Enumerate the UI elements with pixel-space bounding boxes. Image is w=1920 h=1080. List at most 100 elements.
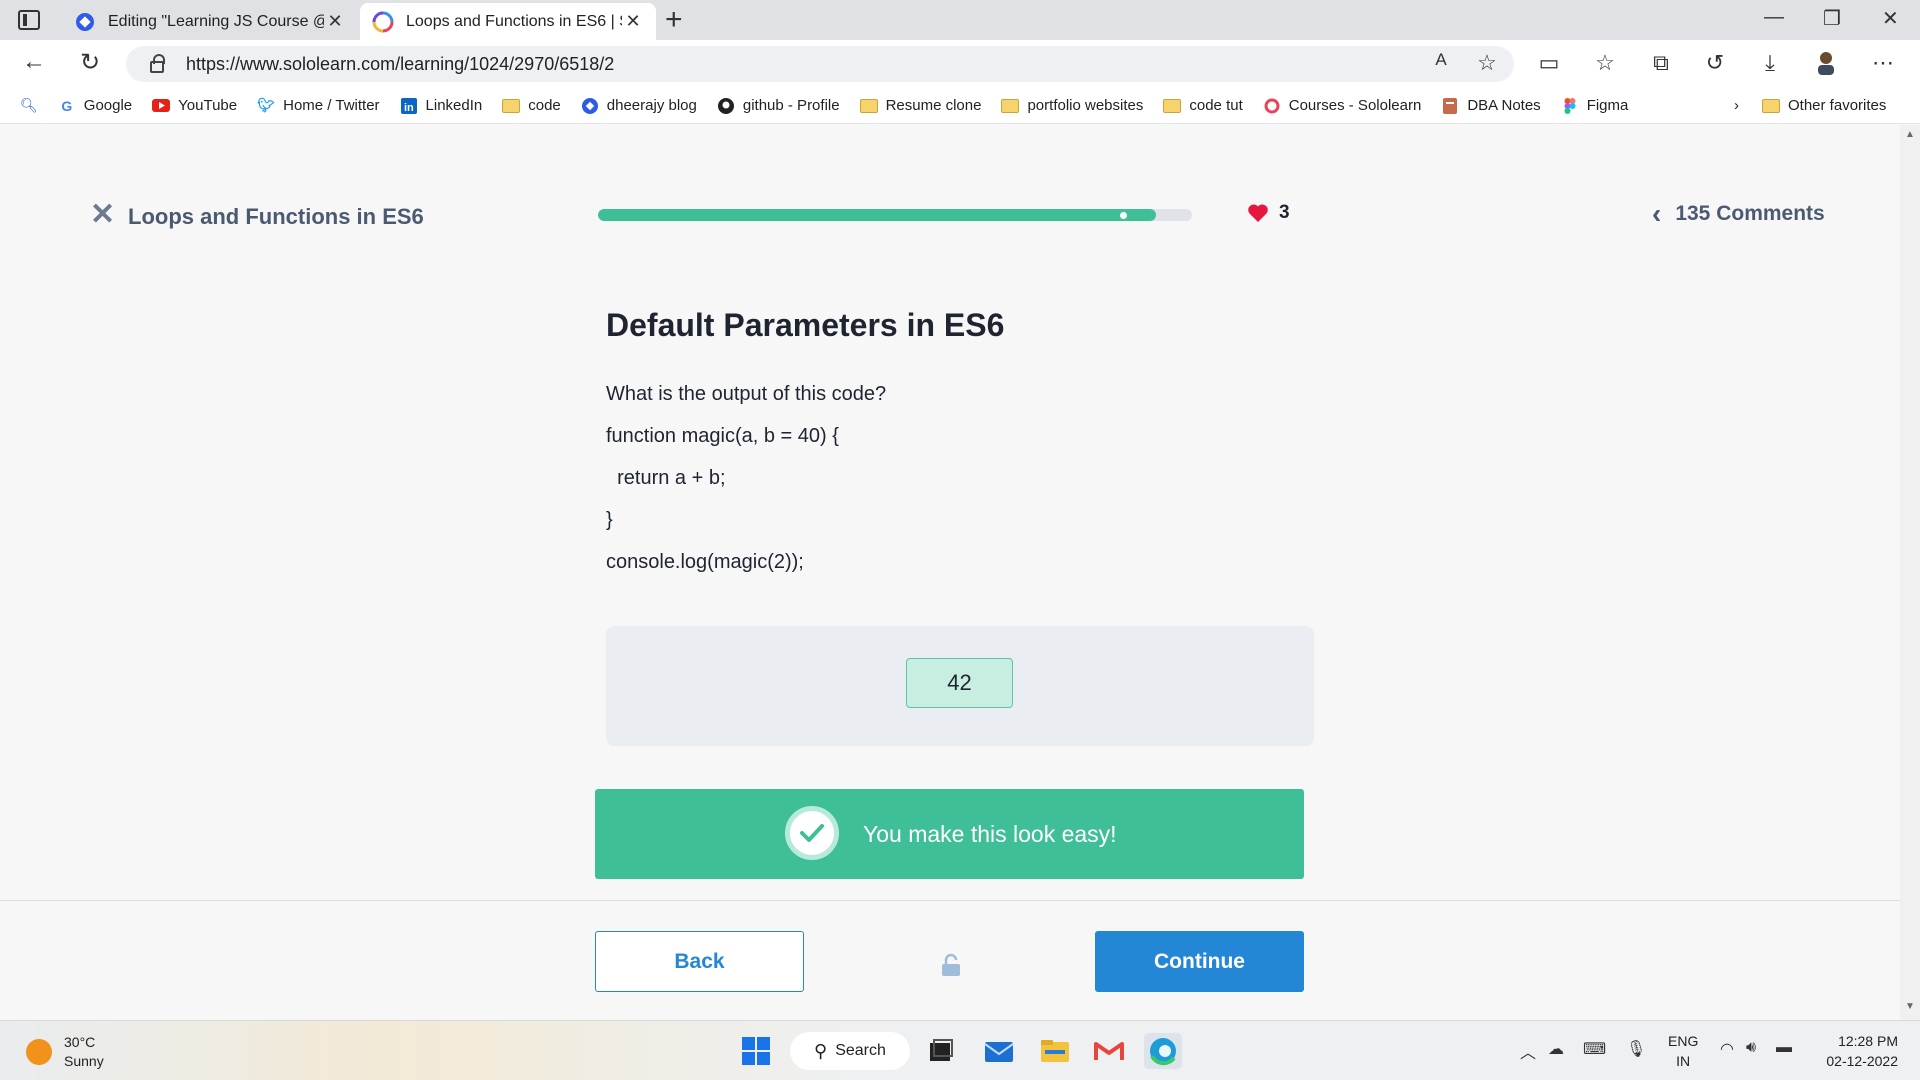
youtube-icon	[152, 98, 171, 114]
lesson-page: ✕ Loops and Functions in ES6 3 ‹ 135 Com…	[0, 125, 1900, 1020]
figma-icon	[1561, 97, 1579, 114]
sololearn-icon	[1263, 98, 1281, 114]
success-message: You make this look easy!	[863, 821, 1117, 847]
collections-icon[interactable]: ⧉	[1646, 50, 1676, 76]
heart-icon	[1248, 204, 1268, 222]
weather-temperature: 30°C	[64, 1034, 96, 1050]
github-icon	[717, 97, 735, 114]
read-aloud-icon[interactable]: A	[1426, 50, 1456, 70]
system-clock[interactable]: 12:28 PM 02-12-2022	[1818, 1031, 1898, 1071]
google-icon: G	[61, 97, 73, 114]
footer-divider	[0, 900, 1900, 901]
bookmark-github[interactable]: github - Profile	[717, 97, 840, 114]
page-scrollbar[interactable]: ▲ ▼	[1900, 125, 1920, 1020]
clock-date: 02-12-2022	[1826, 1053, 1898, 1069]
windows-taskbar: 30°C Sunny ⚲ Search ︿ ☁ ⌨ 🎙︎ ENG IN ◠ 🔊︎…	[0, 1020, 1920, 1080]
search-label: Search	[835, 1042, 886, 1059]
lesson-header: ✕ Loops and Functions in ES6 3 ‹ 135 Com…	[0, 200, 1900, 230]
microphone-icon[interactable]: 🎙︎	[1626, 1039, 1646, 1059]
folder-icon	[1163, 98, 1182, 114]
start-icon[interactable]	[737, 1033, 775, 1069]
bookmark-code-tut[interactable]: code tut	[1163, 97, 1243, 114]
answer-input[interactable]: 42	[906, 658, 1013, 708]
close-lesson-icon[interactable]: ✕	[90, 200, 115, 230]
bookmark-twitter[interactable]: 🐦︎ Home / Twitter	[257, 97, 379, 114]
code-line: return a + b;	[606, 467, 726, 489]
volume-icon[interactable]: 🔊︎	[1746, 1039, 1756, 1057]
downloads-icon[interactable]: ⤓	[1755, 50, 1785, 76]
wifi-icon[interactable]: ◠	[1720, 1039, 1734, 1059]
new-tab-icon[interactable]: +	[665, 4, 683, 36]
browser-tab-editing[interactable]: Editing "Learning JS Course @Sc ✕	[62, 3, 358, 40]
progress-fill	[598, 209, 1156, 221]
bookmark-other-favorites[interactable]: Other favorites	[1762, 97, 1886, 114]
show-hidden-icons-chevron-icon[interactable]: ︿	[1520, 1039, 1536, 1063]
minimize-icon[interactable]: —	[1764, 6, 1784, 29]
blog-icon	[581, 97, 599, 114]
address-row: ← ↻ https://www.sololearn.com/learning/1…	[0, 40, 1920, 88]
bookmark-figma[interactable]: Figma	[1561, 97, 1628, 114]
success-banner: You make this look easy!	[595, 789, 1304, 879]
profile-avatar[interactable]	[1811, 50, 1841, 82]
folder-icon	[1762, 98, 1780, 114]
bookmark-courses-sololearn[interactable]: Courses - Sololearn	[1263, 97, 1421, 114]
chevron-left-icon: ‹	[1652, 198, 1662, 229]
browser-tab-strip: Editing "Learning JS Course @Sc ✕ Loops …	[0, 0, 1920, 40]
add-favorite-icon[interactable]: ☆	[1472, 50, 1502, 76]
task-view-icon[interactable]	[922, 1033, 960, 1069]
weather-widget[interactable]: 30°C Sunny	[26, 1033, 104, 1071]
bookmarks-overflow-chevron-icon[interactable]: ›	[1734, 97, 1739, 114]
linkedin-icon: in	[400, 97, 418, 114]
back-arrow-icon[interactable]: ←	[16, 48, 52, 76]
bookmark-code[interactable]: code	[502, 97, 561, 114]
mail-icon[interactable]	[980, 1033, 1018, 1069]
language-indicator[interactable]: ENG IN	[1668, 1031, 1698, 1071]
bookmark-youtube[interactable]: YouTube	[152, 97, 237, 114]
favorites-icon[interactable]: ☆	[1590, 50, 1620, 76]
tab-actions-icon[interactable]	[18, 10, 40, 30]
weather-condition: Sunny	[64, 1053, 104, 1069]
refresh-icon[interactable]: ↻	[72, 48, 108, 77]
twitter-icon: 🐦︎	[257, 97, 275, 113]
gmail-icon[interactable]	[1090, 1033, 1128, 1069]
bookmarks-search-icon[interactable]: 🔍︎	[20, 97, 38, 114]
folder-icon	[859, 98, 878, 114]
restore-icon[interactable]: ❐	[1823, 6, 1841, 31]
cast-icon[interactable]: ▭	[1534, 50, 1564, 76]
close-tab-icon[interactable]: ✕	[622, 11, 644, 32]
bookmark-google[interactable]: G Google	[58, 97, 132, 114]
onedrive-cloud-icon[interactable]: ☁	[1548, 1039, 1564, 1059]
code-line: console.log(magic(2));	[606, 551, 804, 573]
diamond-favicon-icon	[74, 11, 96, 33]
lock-icon	[150, 54, 165, 73]
bookmark-resume-clone[interactable]: Resume clone	[859, 97, 981, 114]
address-bar[interactable]: https://www.sololearn.com/learning/1024/…	[126, 46, 1514, 82]
bookmark-linkedin[interactable]: in LinkedIn	[400, 97, 482, 114]
close-window-icon[interactable]: ✕	[1882, 6, 1899, 31]
taskbar-search[interactable]: ⚲ Search	[790, 1032, 910, 1070]
continue-button[interactable]: Continue	[1095, 931, 1304, 992]
close-tab-icon[interactable]: ✕	[324, 11, 346, 32]
region-code: IN	[1676, 1053, 1691, 1069]
history-icon[interactable]: ↺	[1700, 50, 1730, 76]
bookmark-portfolio-websites[interactable]: portfolio websites	[1001, 97, 1143, 114]
bookmark-dba-notes[interactable]: DBA Notes	[1441, 97, 1541, 114]
question-title: Default Parameters in ES6	[606, 307, 1005, 343]
keyboard-icon[interactable]: ⌨	[1583, 1039, 1606, 1059]
language-code: ENG	[1668, 1033, 1699, 1049]
scroll-up-icon[interactable]: ▲	[1905, 129, 1915, 140]
folder-icon	[502, 98, 521, 114]
browser-tab-sololearn[interactable]: Loops and Functions in ES6 | Sol ✕	[360, 3, 656, 40]
bookmark-dheerajy-blog[interactable]: dheerajy blog	[581, 97, 697, 114]
file-explorer-icon[interactable]	[1036, 1033, 1074, 1069]
lesson-progress-bar	[598, 209, 1192, 221]
more-menu-icon[interactable]: ⋯	[1868, 50, 1898, 76]
lives-count: 3	[1279, 202, 1290, 223]
edge-browser-icon[interactable]	[1144, 1033, 1182, 1069]
url-text[interactable]: https://www.sololearn.com/learning/1024/…	[186, 54, 614, 75]
comments-link[interactable]: ‹ 135 Comments	[1652, 198, 1825, 229]
battery-icon[interactable]: ▬	[1776, 1039, 1792, 1057]
scroll-down-icon[interactable]: ▼	[1905, 1001, 1915, 1012]
back-button[interactable]: Back	[595, 931, 804, 992]
bookmarks-bar: 🔍︎ G Google YouTube 🐦︎ Home / Twitter in Li…	[0, 88, 1920, 124]
